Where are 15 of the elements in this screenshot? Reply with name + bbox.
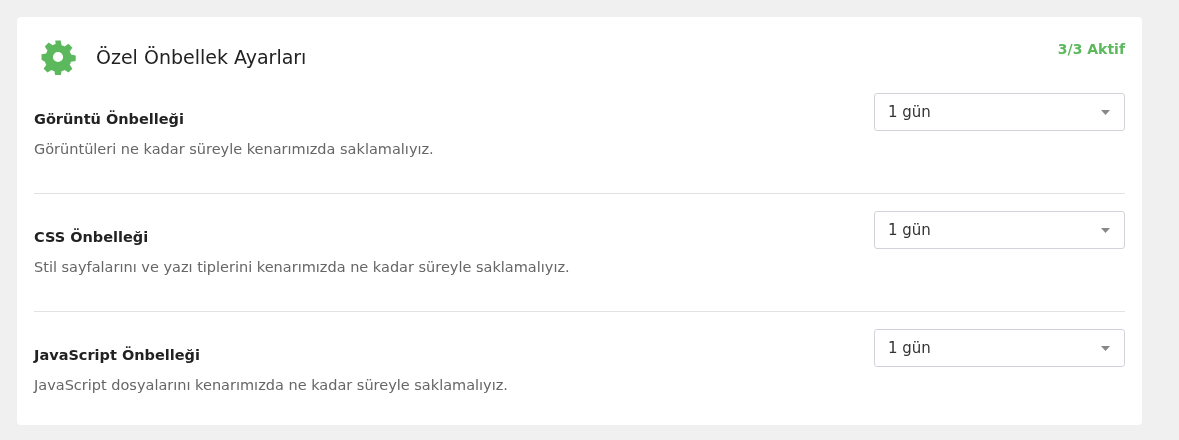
setting-label: JavaScript Önbelleği bbox=[34, 345, 201, 365]
duration-dropdown[interactable]: 1 gün bbox=[874, 93, 1125, 131]
caret-icon bbox=[1101, 109, 1110, 115]
duration-dropdown[interactable]: 1 gün bbox=[874, 329, 1125, 367]
setting-label: Görüntü Önbelleği bbox=[34, 109, 185, 129]
gear-icon bbox=[40, 39, 76, 75]
caret-icon bbox=[1101, 345, 1110, 351]
caret-icon bbox=[1101, 227, 1110, 233]
setting-label: CSS Önbelleği bbox=[34, 227, 150, 247]
active-count: 3/3 Aktif bbox=[1057, 41, 1125, 57]
setting-description: JavaScript dosyalarını kenarımızda ne kadar süreyle saklamalıyız. bbox=[34, 376, 508, 395]
card-title: Özel Önbellek Ayarları bbox=[96, 46, 307, 68]
setting-description: Görüntüleri ne kadar süreyle kenarımızda saklamalıyız. bbox=[34, 140, 434, 159]
setting-description: Stil sayfalarını ve yazı tiplerini kenarımızda ne kadar süreyle saklamalıyız. bbox=[34, 258, 570, 277]
duration-dropdown[interactable]: 1 gün bbox=[874, 211, 1125, 249]
